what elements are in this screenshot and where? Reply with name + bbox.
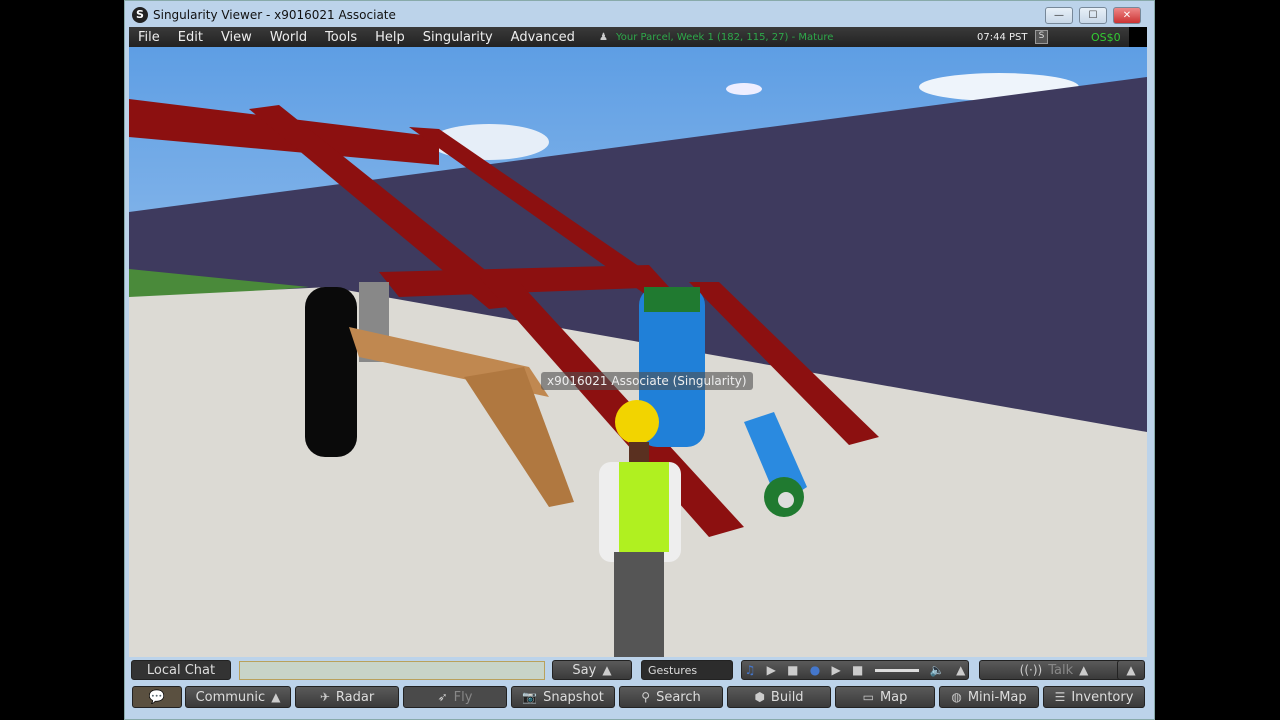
- menu-advanced[interactable]: Advanced: [502, 30, 584, 45]
- chevron-up-icon[interactable]: ▲: [1079, 663, 1088, 677]
- talk-button[interactable]: Talk: [1048, 663, 1073, 678]
- menu-bar: File Edit View World Tools Help Singular…: [129, 27, 1147, 47]
- speaker-icon[interactable]: 🔈: [930, 663, 945, 677]
- buy-currency-icon[interactable]: S: [1035, 30, 1048, 44]
- app-logo-icon: S: [132, 6, 148, 23]
- parcel-text: Your Parcel, Week 1 (182, 115, 27) - Mat…: [615, 31, 834, 43]
- play-icon[interactable]: ▶: [832, 663, 841, 677]
- build-button[interactable]: ⬢ Build: [727, 686, 831, 708]
- inventory-button[interactable]: ☰ Inventory: [1043, 686, 1145, 708]
- chevron-up-icon: ▲: [1126, 663, 1136, 677]
- media-controls: ♫ ▶ ■ ● ▶ ■ 🔈 ▲: [741, 660, 969, 680]
- minimap-button[interactable]: ◍ Mini-Map: [939, 686, 1039, 708]
- local-chat-button[interactable]: Local Chat: [131, 660, 231, 680]
- minimize-button[interactable]: —: [1045, 7, 1073, 24]
- 3d-viewport[interactable]: x9016021 Associate (Singularity): [129, 47, 1147, 657]
- search-icon: ⚲: [641, 690, 651, 704]
- radar-button[interactable]: ✈ Radar: [295, 686, 399, 708]
- clock: 07:44 PST: [977, 31, 1028, 43]
- menu-end-block: [1129, 27, 1147, 47]
- inventory-label: Inventory: [1071, 689, 1134, 705]
- parcel-info[interactable]: ♟ Your Parcel, Week 1 (182, 115, 27) - Ma…: [599, 32, 833, 43]
- fly-icon: ➶: [437, 690, 448, 704]
- globe-icon: ◍: [951, 690, 962, 704]
- volume-slider[interactable]: [874, 668, 919, 672]
- balance[interactable]: OS$0: [1091, 31, 1121, 44]
- communicate-label: Communic: [195, 689, 266, 705]
- title-bar: S Singularity Viewer - x9016021 Associat…: [125, 1, 1154, 28]
- say-label: Say: [572, 662, 597, 678]
- gestures-dropdown[interactable]: Gestures: [641, 660, 733, 680]
- music-icon[interactable]: ♫: [745, 663, 756, 677]
- window-title: Singularity Viewer - x9016021 Associate: [153, 7, 396, 22]
- menu-tools[interactable]: Tools: [316, 30, 366, 45]
- camera-icon: 📷: [522, 690, 538, 704]
- menu-singularity[interactable]: Singularity: [414, 30, 502, 45]
- fly-button[interactable]: ➶ Fly: [403, 686, 507, 708]
- bottom-bar: Local Chat Say ▲ Gestures ♫ ▶ ■ ● ▶ ■ 🔈 ▲ ((·)) T…: [129, 657, 1147, 717]
- chat-bubble-button[interactable]: 💬: [132, 686, 182, 708]
- chat-input[interactable]: [239, 661, 545, 680]
- media-icon[interactable]: ●: [810, 663, 820, 677]
- map-button[interactable]: ▭ Map: [835, 686, 935, 708]
- search-button[interactable]: ⚲ Search: [619, 686, 723, 708]
- say-button[interactable]: Say ▲: [552, 660, 632, 680]
- fly-label: Fly: [453, 689, 473, 705]
- chevron-up-icon[interactable]: ▲: [956, 663, 965, 677]
- communicate-button[interactable]: Communic ▲: [185, 686, 291, 708]
- snapshot-label: Snapshot: [543, 689, 604, 705]
- menu-help[interactable]: Help: [366, 30, 414, 45]
- scene-render: [129, 47, 1147, 657]
- expand-button[interactable]: ▲: [1117, 660, 1145, 680]
- voice-icon[interactable]: ((·)): [1020, 663, 1043, 677]
- play-icon[interactable]: ▶: [767, 663, 776, 677]
- chat-bubble-icon: 💬: [148, 689, 166, 705]
- inventory-icon: ☰: [1054, 690, 1066, 704]
- search-label: Search: [656, 689, 701, 705]
- map-icon: ▭: [862, 690, 874, 704]
- cube-icon: ⬢: [754, 690, 765, 704]
- close-button[interactable]: ✕: [1113, 7, 1141, 24]
- build-label: Build: [770, 689, 804, 705]
- stop-icon[interactable]: ■: [852, 663, 863, 677]
- menu-world[interactable]: World: [261, 30, 316, 45]
- menu-view[interactable]: View: [212, 30, 261, 45]
- map-label: Map: [879, 689, 908, 705]
- radar-icon: ✈: [319, 690, 330, 704]
- radar-label: Radar: [335, 689, 375, 705]
- menu-file[interactable]: File: [129, 30, 169, 45]
- minimap-label: Mini-Map: [967, 689, 1027, 705]
- avatar-name-tag: x9016021 Associate (Singularity): [541, 372, 753, 390]
- snapshot-button[interactable]: 📷 Snapshot: [511, 686, 615, 708]
- viewer-window: S Singularity Viewer - x9016021 Associat…: [124, 0, 1155, 720]
- menu-edit[interactable]: Edit: [169, 30, 212, 45]
- stop-icon[interactable]: ■: [787, 663, 798, 677]
- voice-controls: ((·)) Talk ▲: [979, 660, 1129, 680]
- parcel-flags-icon: ♟: [599, 31, 608, 43]
- chevron-up-icon: ▲: [271, 690, 281, 704]
- chevron-up-icon: ▲: [602, 663, 612, 677]
- maximize-button[interactable]: ☐: [1079, 7, 1107, 24]
